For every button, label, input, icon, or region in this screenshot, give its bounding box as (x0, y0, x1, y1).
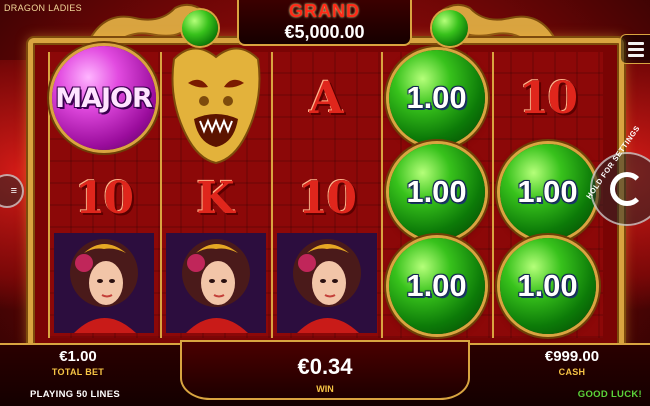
orb-value: 1.00 (406, 174, 467, 209)
win-value: €0.34 (297, 354, 353, 379)
reel-2: K (160, 47, 269, 338)
grand-jackpot-label: GRAND (289, 1, 360, 21)
reel-3-row-3 (273, 233, 380, 333)
cash-orb: 1.00 (388, 144, 485, 240)
menu-icon-bar (627, 47, 644, 51)
cash-value: €999.00 (544, 348, 600, 365)
menu-icon-bar (627, 53, 644, 57)
dragon-lady-icon (276, 233, 377, 333)
lines-status: PLAYING 50 LINES (30, 389, 120, 400)
reel-1: MAJOR 10 (48, 46, 157, 338)
dragon-lady-icon (53, 233, 154, 333)
reel-5-row-3: 1.00 (494, 238, 601, 334)
reel-3-row-1: A (273, 52, 380, 144)
total-bet-label: TOTAL BET (51, 367, 105, 377)
reel-2-row-2: K (162, 152, 269, 244)
game-title: DRAGON LADIES (4, 3, 82, 13)
symbol-ten: 10 (74, 172, 134, 224)
reel-2-row-1 (162, 38, 269, 168)
orb-value: 1.00 (406, 268, 467, 303)
win-panel: €0.34 WIN (180, 340, 470, 400)
dragon-lady-icon (165, 233, 266, 333)
reel-4: 1.00 1.00 1.00 (381, 50, 490, 338)
cash-orb: 1.00 (499, 238, 596, 334)
reel-1-row-3 (50, 233, 157, 333)
cash-display: €999.00 CASH (512, 348, 632, 378)
reel-5-row-1: 10 (494, 52, 601, 144)
major-jackpot-orb: MAJOR (51, 46, 156, 150)
game-stage: DRAGON LADIES MAJOR 10 K A 10 1.00 1.00 … (0, 0, 650, 406)
menu-icon-bar (627, 41, 644, 45)
orb-value: 1.00 (517, 174, 578, 209)
cash-label: CASH (558, 367, 586, 377)
reel-1-row-2: 10 (50, 152, 157, 244)
golden-dragon-head-icon (171, 47, 260, 165)
top-decor-orb-right (432, 10, 468, 46)
menu-button[interactable] (620, 34, 650, 64)
cash-orb: 1.00 (388, 50, 485, 146)
top-decor-orb-left (182, 10, 218, 46)
symbol-ace: A (309, 72, 344, 124)
status-message: GOOD LUCK! (577, 389, 642, 400)
spin-arrow-icon (610, 172, 644, 206)
total-bet-value: €1.00 (59, 348, 97, 365)
cash-orb: 1.00 (499, 144, 596, 240)
symbol-ten: 10 (297, 172, 357, 224)
grand-jackpot-amount: €5,000.00 (284, 22, 365, 42)
reel-1-row-1: MAJOR (50, 46, 157, 150)
reel-2-row-3 (162, 233, 269, 333)
grand-jackpot-banner: GRAND €5,000.00 (237, 0, 412, 46)
reel-4-row-1: 1.00 (383, 50, 490, 146)
major-label: MAJOR (55, 82, 153, 114)
win-label: WIN (316, 384, 334, 394)
symbol-ten: 10 (518, 72, 578, 124)
reel-3-row-2: 10 (273, 152, 380, 244)
orb-value: 1.00 (517, 268, 578, 303)
reel-3: A 10 (271, 52, 378, 338)
orb-value: 1.00 (406, 80, 467, 115)
symbol-king: K (196, 172, 235, 224)
cash-orb: 1.00 (388, 238, 485, 334)
total-bet-display[interactable]: €1.00 TOTAL BET (18, 348, 138, 378)
reel-4-row-3: 1.00 (383, 238, 490, 334)
reel-4-row-2: 1.00 (383, 144, 490, 240)
